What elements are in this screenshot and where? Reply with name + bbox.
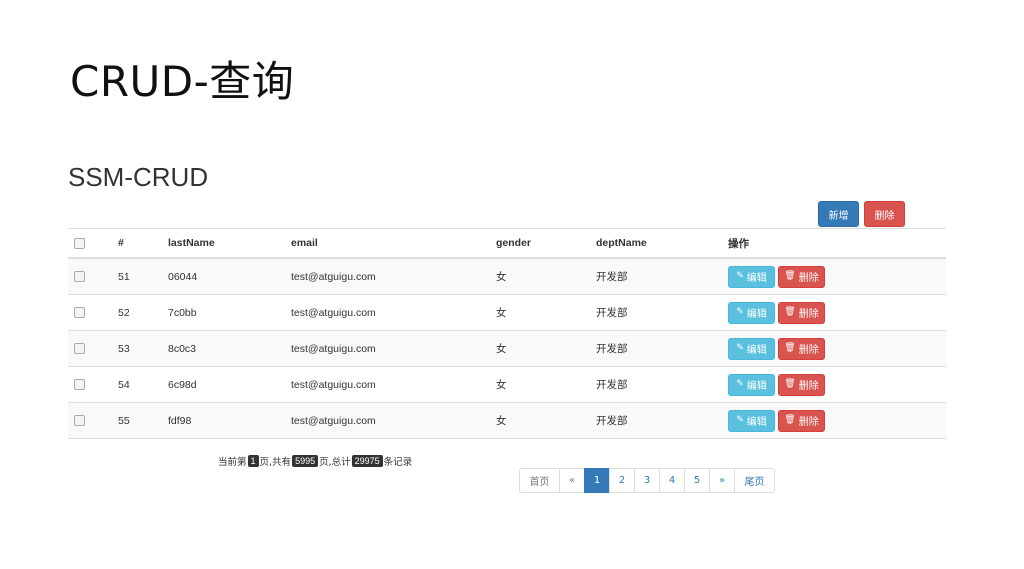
delete-button[interactable]: 🗑 删除 bbox=[778, 373, 825, 396]
cell-gender: 女 bbox=[490, 294, 590, 331]
delete-button[interactable]: 🗑 删除 bbox=[778, 301, 825, 324]
page-info-prefix: 当前第 bbox=[218, 457, 247, 468]
header-deptname: deptName bbox=[590, 228, 722, 259]
edit-button[interactable]: ✎ 编辑 bbox=[728, 301, 775, 324]
cell-deptname: 开发部 bbox=[590, 257, 722, 295]
edit-button[interactable]: ✎ 编辑 bbox=[728, 373, 775, 396]
cell-gender: 女 bbox=[490, 330, 590, 367]
delete-label: 删除 bbox=[798, 273, 819, 284]
trash-icon: 🗑 bbox=[784, 271, 796, 281]
select-all-cell bbox=[68, 228, 112, 259]
row-checkbox[interactable] bbox=[74, 307, 85, 319]
add-button[interactable]: 新增 bbox=[818, 201, 859, 227]
row-checkbox[interactable] bbox=[74, 271, 85, 283]
cell-deptname: 开发部 bbox=[590, 330, 722, 367]
page-link-2[interactable]: 2 bbox=[609, 468, 635, 493]
table-row: 53 8c0c3 test@atguigu.com 女 开发部 ✎ 编辑 🗑 删除 bbox=[68, 330, 946, 367]
delete-all-button[interactable]: 删除 bbox=[864, 201, 905, 227]
page-info: 当前第 1 页,共有 5995 页,总计 29975 条记录 bbox=[218, 454, 412, 468]
delete-label: 删除 bbox=[798, 345, 819, 356]
edit-button[interactable]: ✎ 编辑 bbox=[728, 409, 775, 432]
cell-email: test@atguigu.com bbox=[285, 402, 490, 439]
delete-button[interactable]: 🗑 删除 bbox=[778, 337, 825, 360]
delete-button[interactable]: 🗑 删除 bbox=[778, 409, 825, 432]
cell-email: test@atguigu.com bbox=[285, 294, 490, 331]
page-link-1[interactable]: 1 bbox=[584, 468, 610, 493]
select-all-checkbox[interactable] bbox=[74, 237, 85, 249]
slide-title: CRUD-查询 bbox=[70, 57, 295, 106]
page-info-mid1: 页,共有 bbox=[259, 457, 292, 468]
cell-gender: 女 bbox=[490, 366, 590, 403]
total-pages-badge: 5995 bbox=[292, 455, 319, 467]
cell-email: test@atguigu.com bbox=[285, 366, 490, 403]
toolbar: 新增 删除 bbox=[818, 201, 905, 227]
current-page-badge: 1 bbox=[247, 455, 259, 467]
edit-label: 编辑 bbox=[746, 417, 767, 428]
header-email: email bbox=[285, 228, 490, 259]
cell-lastname: 6c98d bbox=[162, 366, 285, 403]
cell-email: test@atguigu.com bbox=[285, 257, 490, 295]
pencil-icon: ✎ bbox=[736, 343, 744, 353]
table-row: 55 fdf98 test@atguigu.com 女 开发部 ✎ 编辑 🗑 删除 bbox=[68, 402, 946, 439]
cell-deptname: 开发部 bbox=[590, 294, 722, 331]
pencil-icon: ✎ bbox=[736, 307, 744, 317]
header-lastname: lastName bbox=[162, 228, 285, 259]
edit-label: 编辑 bbox=[746, 381, 767, 392]
delete-button[interactable]: 🗑 删除 bbox=[778, 265, 825, 288]
delete-label: 删除 bbox=[798, 381, 819, 392]
first-page-link[interactable]: 首页 bbox=[519, 468, 560, 493]
header-gender: gender bbox=[490, 228, 590, 259]
edit-label: 编辑 bbox=[746, 345, 767, 356]
edit-label: 编辑 bbox=[746, 273, 767, 284]
last-page-link[interactable]: 尾页 bbox=[734, 468, 775, 493]
cell-gender: 女 bbox=[490, 257, 590, 295]
cell-lastname: fdf98 bbox=[162, 402, 285, 439]
delete-label: 删除 bbox=[798, 309, 819, 320]
row-checkbox[interactable] bbox=[74, 379, 85, 391]
trash-icon: 🗑 bbox=[784, 379, 796, 389]
cell-id: 55 bbox=[112, 402, 162, 439]
trash-icon: 🗑 bbox=[784, 415, 796, 425]
page-info-mid2: 页,总计 bbox=[319, 457, 351, 468]
cell-id: 54 bbox=[112, 366, 162, 403]
cell-gender: 女 bbox=[490, 402, 590, 439]
trash-icon: 🗑 bbox=[784, 343, 796, 353]
cell-lastname: 06044 bbox=[162, 257, 285, 295]
page-title: SSM-CRUD bbox=[68, 162, 209, 192]
page-info-suffix: 条记录 bbox=[383, 457, 413, 468]
page-link-5[interactable]: 5 bbox=[684, 468, 710, 493]
cell-id: 53 bbox=[112, 330, 162, 367]
cell-email: test@atguigu.com bbox=[285, 330, 490, 367]
header-actions: 操作 bbox=[722, 228, 946, 259]
pencil-icon: ✎ bbox=[736, 415, 744, 425]
cell-lastname: 7c0bb bbox=[162, 294, 285, 331]
cell-id: 51 bbox=[112, 257, 162, 295]
header-id: # bbox=[112, 228, 162, 259]
table-header-row: # lastName email gender deptName 操作 bbox=[68, 228, 946, 259]
prev-page-link[interactable]: « bbox=[559, 468, 585, 493]
page-link-4[interactable]: 4 bbox=[659, 468, 685, 493]
cell-lastname: 8c0c3 bbox=[162, 330, 285, 367]
table-row: 54 6c98d test@atguigu.com 女 开发部 ✎ 编辑 🗑 删除 bbox=[68, 366, 946, 403]
pencil-icon: ✎ bbox=[736, 271, 744, 281]
table-row: 51 06044 test@atguigu.com 女 开发部 ✎ 编辑 🗑 删除 bbox=[68, 257, 946, 295]
employee-table: # lastName email gender deptName 操作 51 0… bbox=[68, 228, 946, 439]
row-checkbox[interactable] bbox=[74, 415, 85, 427]
edit-button[interactable]: ✎ 编辑 bbox=[728, 337, 775, 360]
cell-deptname: 开发部 bbox=[590, 402, 722, 439]
page-link-3[interactable]: 3 bbox=[634, 468, 660, 493]
edit-label: 编辑 bbox=[746, 309, 767, 320]
pencil-icon: ✎ bbox=[736, 379, 744, 389]
table-row: 52 7c0bb test@atguigu.com 女 开发部 ✎ 编辑 🗑 删除 bbox=[68, 294, 946, 331]
edit-button[interactable]: ✎ 编辑 bbox=[728, 265, 775, 288]
cell-deptname: 开发部 bbox=[590, 366, 722, 403]
pagination: 首页 « 1 2 3 4 5 » 尾页 bbox=[519, 468, 775, 493]
next-page-link[interactable]: » bbox=[709, 468, 735, 493]
cell-id: 52 bbox=[112, 294, 162, 331]
delete-label: 删除 bbox=[798, 417, 819, 428]
row-checkbox[interactable] bbox=[74, 343, 85, 355]
total-records-badge: 29975 bbox=[351, 455, 383, 467]
trash-icon: 🗑 bbox=[784, 307, 796, 317]
